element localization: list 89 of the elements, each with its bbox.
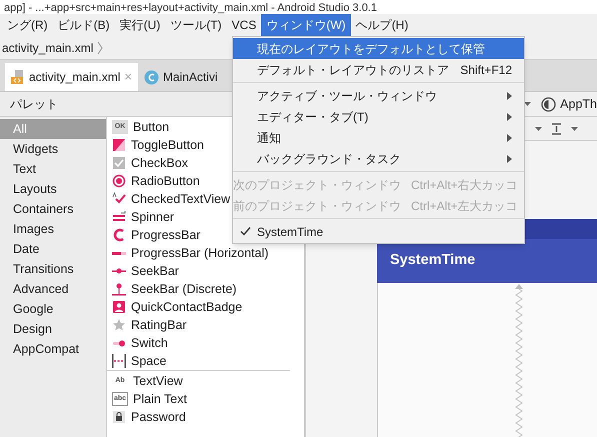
widget-label: SeekBar [131, 262, 179, 280]
checkbox-icon [112, 156, 126, 170]
dropdown-item-label: 前のプロジェクト・ウィンドウ [233, 198, 401, 214]
editor-tab[interactable]: activity_main.xml × [5, 63, 138, 91]
dropdown-item[interactable]: 現在のレイアウトをデフォルトとして保管 [233, 38, 524, 59]
widget-label: Spinner [131, 208, 174, 226]
breadcrumb[interactable]: activity_main.xml [2, 38, 94, 56]
password-icon [112, 410, 126, 424]
discrete-icon [112, 282, 126, 296]
dropdown-item-label: SystemTime [257, 224, 324, 240]
app-bar-title: SystemTime [390, 251, 476, 270]
category-item[interactable]: Design [0, 319, 106, 339]
category-item[interactable]: Google [0, 299, 106, 319]
dropdown-item-label: 現在のレイアウトをデフォルトとして保管 [257, 40, 486, 58]
space-icon [112, 354, 126, 368]
widget-item[interactable]: Password [107, 408, 290, 426]
widget-item[interactable]: SeekBar (Discrete) [107, 280, 304, 298]
dropdown-item[interactable]: デフォルト・レイアウトのリストア Shift+F12 [233, 59, 524, 80]
radio-icon [112, 174, 126, 188]
category-item[interactable]: Images [0, 219, 106, 239]
widget-label: RatingBar [131, 316, 187, 334]
widget-label: RadioButton [131, 172, 200, 190]
palette-title: パレット [10, 96, 58, 113]
category-item[interactable]: Layouts [0, 179, 106, 199]
dropdown-item[interactable]: SystemTime [233, 221, 524, 242]
theme-icon [541, 96, 556, 112]
xml-file-icon [11, 70, 25, 84]
dropdown-item-label: 次のプロジェクト・ウィンドウ [233, 176, 401, 194]
caret-icon[interactable] [571, 126, 578, 130]
widget-item[interactable]: Switch [107, 334, 304, 352]
widget-label: Plain Text [133, 390, 187, 408]
widget-label: CheckBox [131, 154, 188, 172]
category-item[interactable]: Advanced [0, 279, 106, 299]
widget-label: Password [131, 408, 186, 426]
menu-item[interactable]: 実行(U) [114, 14, 166, 36]
widget-label: QuickContactBadge [131, 298, 242, 316]
dropdown-item-label: エディター・タブ(T) [257, 108, 370, 126]
widget-label: TextView [133, 372, 183, 390]
theme-selector[interactable]: AppTh [560, 94, 597, 114]
widget-item[interactable]: SeekBar [107, 262, 304, 280]
menu-item[interactable]: ング(R) [2, 14, 53, 36]
dropdown-item[interactable]: エディター・タブ(T) [233, 106, 524, 127]
category-item[interactable]: Containers [0, 199, 106, 219]
dropdown-item-label: デフォルト・レイアウトのリストア [257, 62, 450, 78]
class-file-icon [144, 70, 159, 84]
widget-label: ProgressBar [131, 226, 200, 244]
menu-item[interactable]: ツール(T) [165, 14, 227, 36]
progress-icon [112, 228, 126, 242]
category-item[interactable]: Text [0, 159, 106, 179]
window-title: app] - ...+app+src+main+res+layout+activity_main.xml - Android Studio 3.0.1 [4, 2, 377, 14]
dropdown-item[interactable]: 通知 [233, 127, 524, 148]
caret-icon[interactable] [524, 102, 532, 106]
category-item[interactable]: AppCompat [0, 339, 106, 359]
shortcut-text: Shift+F12 [460, 62, 512, 78]
chevron-icon [97, 40, 104, 54]
widget-item[interactable]: QuickContactBadge [107, 298, 304, 316]
contact-icon [112, 300, 126, 314]
dropdown-item-label: 通知 [257, 130, 282, 146]
menu-item[interactable]: VCS [226, 14, 262, 36]
checkedtext-icon [112, 192, 126, 206]
widget-item[interactable]: RatingBar [107, 316, 304, 334]
shortcut-text: Ctrl+Alt+左大カッコ [411, 198, 518, 214]
widget-label: CheckedTextView [131, 190, 230, 208]
menu-item[interactable]: ウィンドウ(W) [261, 14, 351, 36]
category-item[interactable]: Date [0, 239, 106, 259]
widget-label: ToggleButton [131, 136, 204, 154]
widget-label: Button [133, 118, 170, 136]
tab-label: activity_main.xml [29, 69, 120, 86]
widget-label: SeekBar (Discrete) [131, 280, 237, 298]
star-icon [112, 318, 126, 332]
toggle-icon [112, 138, 126, 152]
widget-item[interactable]: ProgressBar (Horizontal) [107, 244, 304, 262]
caret-icon[interactable] [535, 126, 542, 130]
menu-item[interactable]: ヘルプ(H) [350, 14, 414, 36]
dropdown-item-label: アクティブ・ツール・ウィンドウ [257, 88, 438, 104]
dropdown-item[interactable]: バックグラウンド・タスク [233, 148, 524, 169]
tab-label: MainActivi [162, 69, 218, 86]
dropdown-item-label: バックグラウンド・タスク [257, 150, 402, 168]
shortcut-text: Ctrl+Alt+右大カッコ [411, 176, 518, 194]
dropdown-item[interactable]: アクティブ・ツール・ウィンドウ [233, 85, 524, 106]
spinner-icon [112, 210, 126, 224]
category-item[interactable]: Transitions [0, 259, 106, 279]
menu-item[interactable]: ビルド(B) [52, 14, 115, 36]
widget-label: Space [131, 352, 166, 370]
widget-label: ProgressBar (Horizontal) [131, 244, 269, 262]
category-item[interactable]: Widgets [0, 139, 106, 159]
widget-label: Switch [131, 334, 168, 352]
widget-item[interactable]: Space [107, 352, 304, 370]
margin-icon[interactable] [552, 122, 561, 134]
